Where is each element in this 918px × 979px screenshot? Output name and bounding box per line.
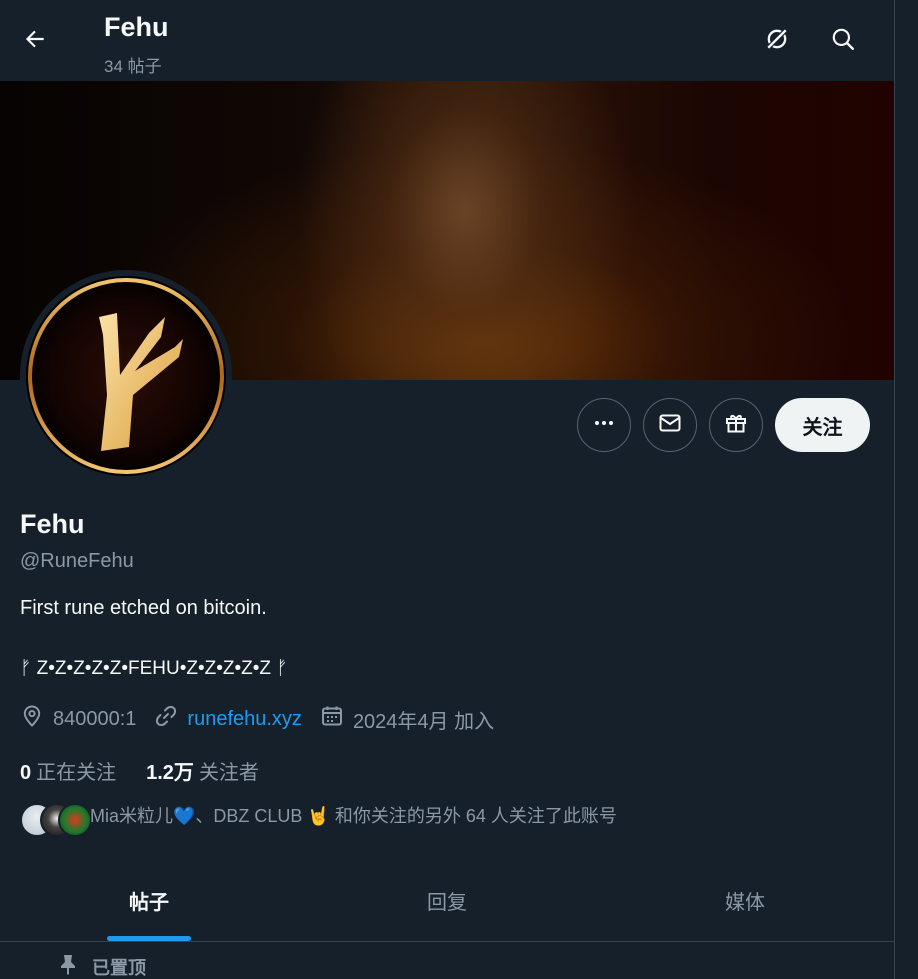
- known-followers-text: Mia米粒儿💙、DBZ CLUB 🤘 和你关注的另外 64 人关注了此账号: [90, 806, 617, 826]
- followers-count: 1.2万: [146, 762, 194, 784]
- follow-button[interactable]: 关注: [775, 398, 870, 452]
- scrollbar[interactable]: [894, 0, 918, 979]
- tab-posts[interactable]: 帖子: [0, 860, 298, 941]
- arrow-left-icon: [22, 26, 48, 57]
- tab-label: 帖子: [129, 892, 169, 914]
- profile-name: Fehu: [20, 509, 85, 539]
- header-title: Fehu: [104, 12, 169, 42]
- more-button[interactable]: [577, 398, 631, 452]
- followers-label: 关注者: [198, 762, 259, 784]
- tab-label: 回复: [427, 892, 467, 914]
- more-dots-icon: [592, 411, 616, 440]
- profile-avatar[interactable]: [20, 270, 232, 482]
- fehu-rune-avatar: [25, 275, 227, 477]
- tab-label: 媒体: [725, 892, 765, 914]
- gift-button[interactable]: [709, 398, 763, 452]
- link-icon: [154, 704, 187, 734]
- tab-media[interactable]: 媒体: [596, 860, 894, 941]
- tab-replies[interactable]: 回复: [298, 860, 596, 941]
- following-label: 正在关注: [36, 762, 117, 784]
- search-icon: [830, 26, 856, 57]
- pinned-indicator: 已置顶: [58, 953, 146, 979]
- gift-icon: [724, 411, 748, 440]
- profile-tabs: 帖子 回复 媒体: [0, 860, 894, 942]
- calendar-icon: [320, 704, 353, 734]
- profile-location: 840000:1: [20, 704, 136, 734]
- profile-joined: 2024年4月 加入: [320, 704, 494, 734]
- header-post-count: 34 帖子: [104, 57, 162, 76]
- grok-icon: [763, 25, 791, 58]
- location-pin-icon: [20, 704, 53, 734]
- pin-icon: [58, 953, 92, 979]
- profile-handle: @RuneFehu: [20, 550, 134, 572]
- profile-meta: 840000:1 runefehu.xyz 2024年4月 加入: [20, 704, 512, 734]
- profile-bio-rune-line: ᚠ Z•Z•Z•Z•Z•FEHU•Z•Z•Z•Z•Z ᚠ: [20, 658, 288, 679]
- website-link[interactable]: runefehu.xyz: [187, 708, 302, 731]
- back-button[interactable]: [14, 20, 56, 62]
- envelope-icon: [658, 411, 682, 440]
- message-button[interactable]: [643, 398, 697, 452]
- follower-avatar: [58, 803, 92, 837]
- profile-bio: First rune etched on bitcoin.: [20, 597, 267, 619]
- active-tab-indicator: [107, 936, 191, 941]
- followers-link[interactable]: 1.2万 关注者: [146, 756, 259, 785]
- grok-button[interactable]: [756, 20, 798, 62]
- pinned-label: 已置顶: [92, 957, 146, 978]
- top-bar: Fehu 34 帖子: [0, 0, 894, 81]
- location-text: 840000:1: [53, 707, 137, 730]
- following-count: 0: [20, 762, 32, 784]
- profile-stats: 0 正在关注 1.2万 关注者: [20, 756, 289, 785]
- profile-page: Fehu 34 帖子 关注 Fehu @RuneFehu First rune …: [0, 0, 894, 979]
- following-link[interactable]: 0 正在关注: [20, 756, 116, 785]
- search-button[interactable]: [822, 20, 864, 62]
- profile-website[interactable]: runefehu.xyz: [154, 704, 302, 734]
- joined-text: 2024年4月 加入: [352, 710, 495, 733]
